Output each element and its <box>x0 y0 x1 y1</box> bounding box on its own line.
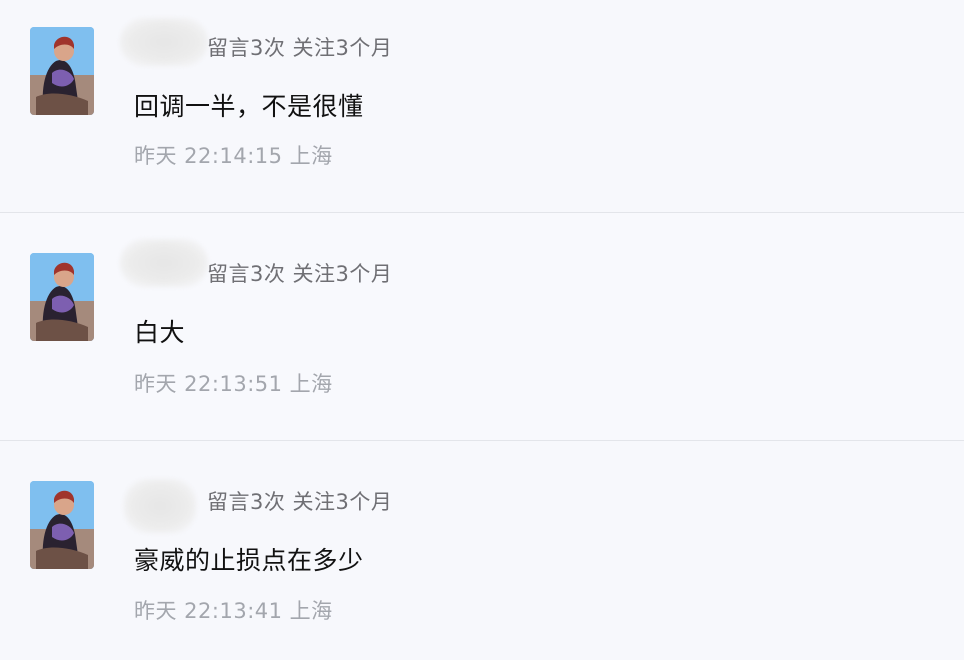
avatar-figure-icon <box>30 253 94 341</box>
comment-list: 留言3次 关注3个月 回调一半，不是很懂 昨天 22:14:15 上海 留言3次… <box>0 0 964 660</box>
username-blurred[interactable] <box>120 18 208 66</box>
username-blurred[interactable] <box>124 479 196 533</box>
username-blurred[interactable] <box>120 239 208 287</box>
comment-timestamp: 昨天 22:13:41 上海 <box>134 599 333 623</box>
comment-timestamp: 昨天 22:13:51 上海 <box>134 372 333 396</box>
user-avatar[interactable] <box>30 481 94 569</box>
comment-text: 回调一半，不是很懂 <box>134 92 364 121</box>
user-stats: 留言3次 关注3个月 <box>207 36 393 60</box>
avatar-figure-icon <box>30 481 94 569</box>
user-avatar[interactable] <box>30 27 94 115</box>
user-stats: 留言3次 关注3个月 <box>207 490 393 514</box>
comment-timestamp: 昨天 22:14:15 上海 <box>134 144 333 168</box>
user-stats: 留言3次 关注3个月 <box>207 262 393 286</box>
comment-text: 豪威的止损点在多少 <box>134 546 364 575</box>
user-avatar[interactable] <box>30 253 94 341</box>
comment-text: 白大 <box>134 318 186 347</box>
comment-item: 留言3次 关注3个月 白大 昨天 22:13:51 上海 <box>0 213 964 441</box>
comment-item: 留言3次 关注3个月 豪威的止损点在多少 昨天 22:13:41 上海 <box>0 441 964 660</box>
avatar-figure-icon <box>30 27 94 115</box>
comment-item: 留言3次 关注3个月 回调一半，不是很懂 昨天 22:14:15 上海 <box>0 0 964 213</box>
